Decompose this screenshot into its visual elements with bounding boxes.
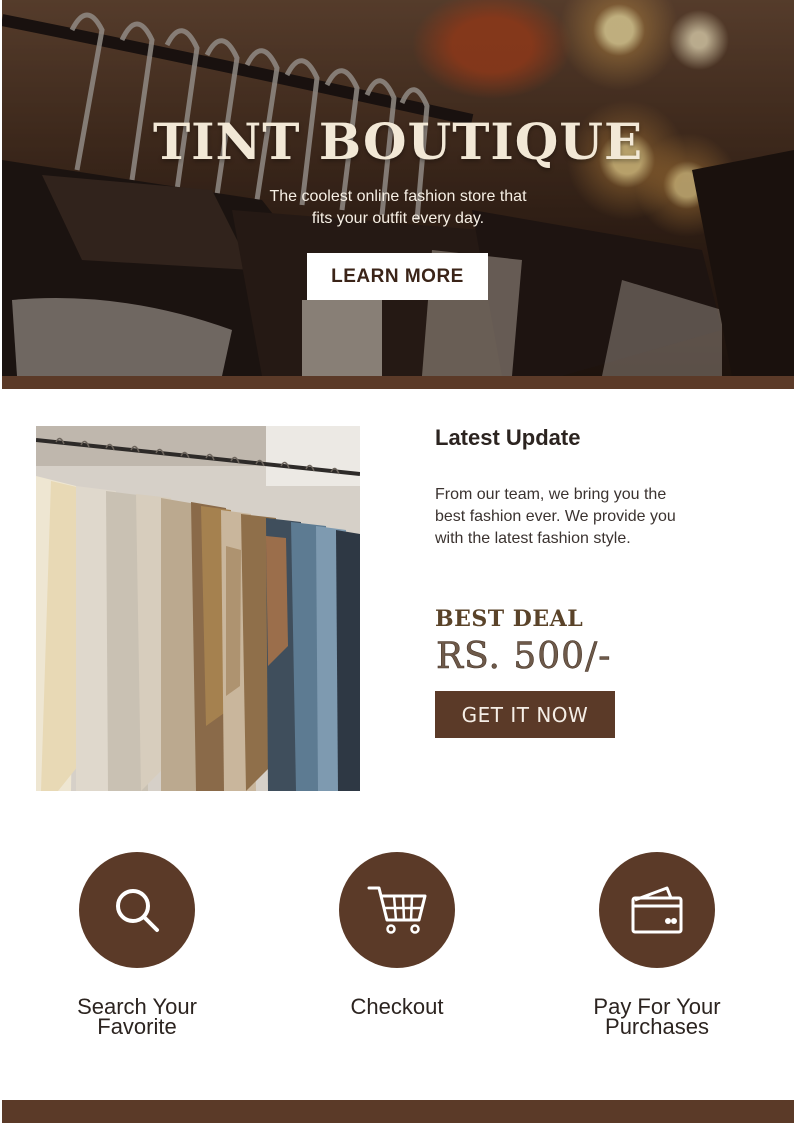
hero-subtitle: The coolest online fashion store that fi… [2, 186, 794, 230]
search-icon[interactable] [79, 852, 195, 968]
hero-subtitle-line: The coolest online fashion store that [269, 188, 527, 205]
latest-update-line: best fashion ever. We provide you [435, 508, 676, 525]
learn-more-button[interactable]: LEARN MORE [307, 253, 488, 300]
feature-label: Search Your Favorite [22, 996, 252, 1039]
feature-checkout: Checkout [282, 852, 512, 1019]
divider-strip [2, 376, 794, 389]
feature-label-line: Checkout [350, 994, 444, 1019]
latest-update-heading: Latest Update [435, 425, 581, 450]
clothing-rack-photo [36, 426, 360, 791]
get-it-now-button[interactable]: GET IT NOW [435, 691, 615, 738]
hero-banner: TINT BOUTIQUE The coolest online fashion… [2, 0, 794, 376]
best-deal-label: BEST DEAL [435, 606, 584, 632]
feature-label-line: Favorite [97, 1014, 177, 1039]
latest-update-line: with the latest fashion style. [435, 530, 631, 547]
footer-bar [2, 1100, 794, 1123]
latest-update-line: From our team, we bring you the [435, 486, 667, 503]
feature-search: Search Your Favorite [22, 852, 252, 1039]
hero-subtitle-line: fits your outfit every day. [311, 210, 485, 227]
wallet-icon[interactable] [599, 852, 715, 968]
cart-icon[interactable] [339, 852, 455, 968]
feature-label: Checkout [282, 994, 512, 1019]
brand-title: TINT BOUTIQUE [152, 112, 644, 171]
feature-label-line: Purchases [605, 1014, 709, 1039]
deal-price: RS. 500/- [436, 636, 612, 678]
clothing-rack-image [36, 426, 360, 791]
latest-update-body: From our team, we bring you the best fas… [435, 484, 735, 550]
feature-label: Pay For Your Purchases [542, 996, 772, 1039]
feature-pay: Pay For Your Purchases [542, 852, 772, 1039]
